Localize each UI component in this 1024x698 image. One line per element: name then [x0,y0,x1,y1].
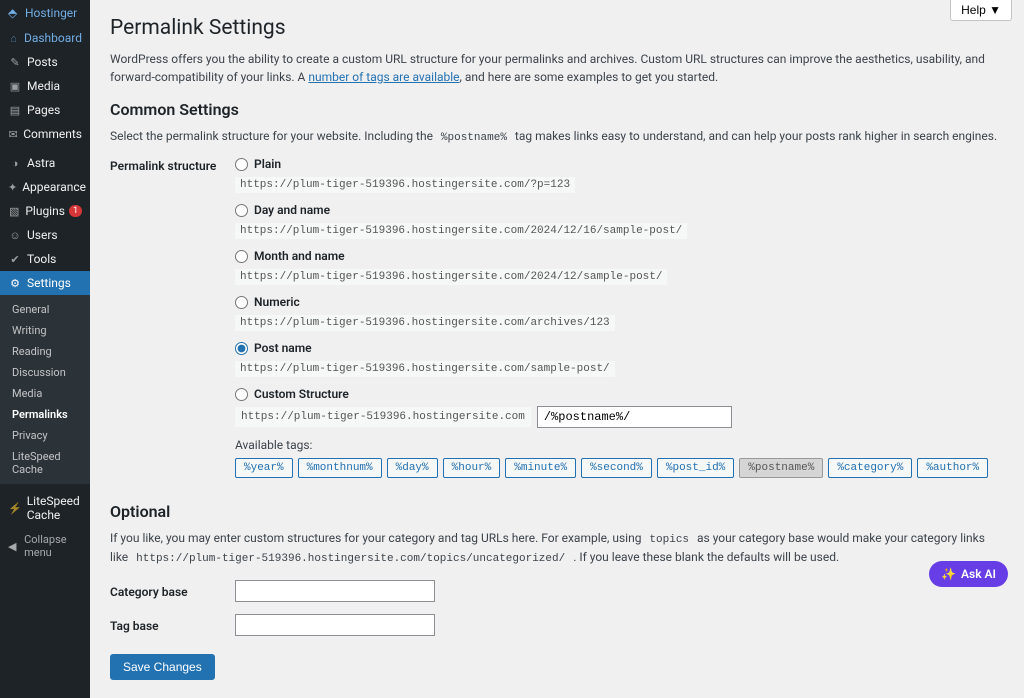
brand-label: Hostinger [25,6,77,20]
permalink-option-numeric[interactable]: Numeric [235,295,300,309]
tags-available-link[interactable]: number of tags are available [308,70,459,84]
sidebar-item-comments[interactable]: ✉ Comments [0,122,90,146]
category-base-label: Category base [110,583,235,599]
category-base-input[interactable] [235,580,435,602]
sidebar-item-label: Users [27,228,58,242]
tag-monthnum[interactable]: %monthnum% [298,458,382,478]
permalink-radio[interactable] [235,158,248,171]
tag-year[interactable]: %year% [235,458,293,478]
permalink-example: https://plum-tiger-519396.hostingersite.… [235,361,615,377]
tag-author[interactable]: %author% [917,458,988,478]
permalink-options: Plain https://plum-tiger-519396.hostinger… [235,157,1004,488]
permalink-option-plain[interactable]: Plain [235,157,281,171]
submenu-media[interactable]: Media [0,383,90,404]
sidebar-item-label: Media [27,79,60,93]
main-content: Help ▼ Permalink Settings WordPress offe… [90,0,1024,698]
sidebar-item-appearance[interactable]: ✦ Appearance [0,175,90,199]
custom-base-url: https://plum-tiger-519396.hostingersite.… [235,407,531,427]
common-settings-heading: Common Settings [110,100,1004,119]
tag-second[interactable]: %second% [581,458,652,478]
sidebar-item-tools[interactable]: ✔ Tools [0,247,90,271]
sidebar-item-label: Astra [27,156,55,170]
sidebar-item-astra[interactable]: ◑ Astra [0,151,90,175]
intro-text: WordPress offers you the ability to crea… [110,50,1004,86]
tag-post_id[interactable]: %post_id% [657,458,734,478]
brand-icon: ⬘ [8,6,20,20]
custom-structure-input[interactable] [537,406,732,428]
tag-base-input[interactable] [235,614,435,636]
help-button[interactable]: Help ▼ [950,0,1012,21]
save-changes-button[interactable]: Save Changes [110,654,215,680]
menu-icon: ✉ [8,128,18,141]
sidebar-item-settings[interactable]: ⚙ Settings [0,271,90,295]
sidebar-item-plugins[interactable]: ▧ Plugins 1 [0,199,90,223]
sidebar-item-label: Comments [23,127,82,141]
submenu-writing[interactable]: Writing [0,320,90,341]
sidebar-item-label: Posts [27,55,58,69]
tag-category[interactable]: %category% [828,458,912,478]
tag-day[interactable]: %day% [387,458,438,478]
menu-icon: ▤ [8,104,22,117]
sidebar-item-media[interactable]: ▣ Media [0,74,90,98]
submenu-general[interactable]: General [0,299,90,320]
sidebar-item-label: Settings [27,276,71,290]
sidebar-item-users[interactable]: ☺ Users [0,223,90,247]
menu-icon: ✦ [8,181,17,194]
sidebar-item-posts[interactable]: ✎ Posts [0,50,90,74]
menu-icon: ⚙ [8,277,22,290]
available-tags-label: Available tags: [235,438,1004,452]
menu-icon: ☺ [8,229,22,242]
menu-icon: ◑ [8,157,22,170]
common-desc: Select the permalink structure for your … [110,127,1004,147]
tag-base-label: Tag base [110,617,235,633]
ask-ai-button[interactable]: ✨ Ask AI [929,561,1008,587]
brand-link[interactable]: ⬘ Hostinger [0,0,90,26]
permalink-radio[interactable] [235,296,248,309]
permalink-example: https://plum-tiger-519396.hostingersite.… [235,269,667,285]
permalink-example: https://plum-tiger-519396.hostingersite.… [235,223,687,239]
sidebar-item-litespeed-cache[interactable]: ⚡ LiteSpeed Cache [0,489,90,527]
menu-icon: ▣ [8,80,22,93]
admin-sidebar: ⬘ Hostinger ⌂ Dashboard✎ Posts ▣ Media ▤ Pages… [0,0,90,698]
collapse-menu[interactable]: ◀ Collapse menu [0,527,90,565]
tag-hour[interactable]: %hour% [443,458,501,478]
sidebar-item-label: Dashboard [24,31,82,45]
optional-heading: Optional [110,502,1004,521]
submenu-litespeed-cache[interactable]: LiteSpeed Cache [0,446,90,480]
menu-icon: ⌂ [8,32,19,45]
submenu-permalinks[interactable]: Permalinks [0,404,90,425]
menu-icon: ⚡ [8,502,22,515]
menu-icon: ▧ [8,205,20,218]
permalink-option-month-and-name[interactable]: Month and name [235,249,345,263]
permalink-radio[interactable] [235,388,248,401]
permalink-option-custom-structure[interactable]: Custom Structure [235,387,349,401]
optional-desc: If you like, you may enter custom struct… [110,529,1004,568]
sidebar-item-pages[interactable]: ▤ Pages [0,98,90,122]
sidebar-item-label: Plugins [25,204,65,218]
sidebar-item-label: LiteSpeed Cache [27,494,82,522]
submenu-discussion[interactable]: Discussion [0,362,90,383]
sidebar-item-dashboard[interactable]: ⌂ Dashboard [0,26,90,50]
menu-icon: ✎ [8,56,22,69]
submenu-reading[interactable]: Reading [0,341,90,362]
menu-icon: ✔ [8,253,22,266]
sidebar-item-label: Pages [27,103,60,117]
permalink-option-day-and-name[interactable]: Day and name [235,203,330,217]
tag-postname[interactable]: %postname% [739,458,823,478]
permalink-radio[interactable] [235,204,248,217]
permalink-radio[interactable] [235,342,248,355]
permalink-radio[interactable] [235,250,248,263]
sidebar-item-label: Appearance [22,180,86,194]
tag-minute[interactable]: %minute% [505,458,576,478]
permalink-option-post-name[interactable]: Post name [235,341,312,355]
ask-ai-icon: ✨ [941,567,956,581]
permalink-example: https://plum-tiger-519396.hostingersite.… [235,177,575,193]
permalink-example: https://plum-tiger-519396.hostingersite.… [235,315,615,331]
sidebar-item-label: Tools [27,252,56,266]
submenu-privacy[interactable]: Privacy [0,425,90,446]
collapse-icon: ◀ [8,540,19,553]
update-badge: 1 [69,205,82,217]
page-title: Permalink Settings [110,16,1004,40]
permalink-structure-label: Permalink structure [110,157,235,488]
